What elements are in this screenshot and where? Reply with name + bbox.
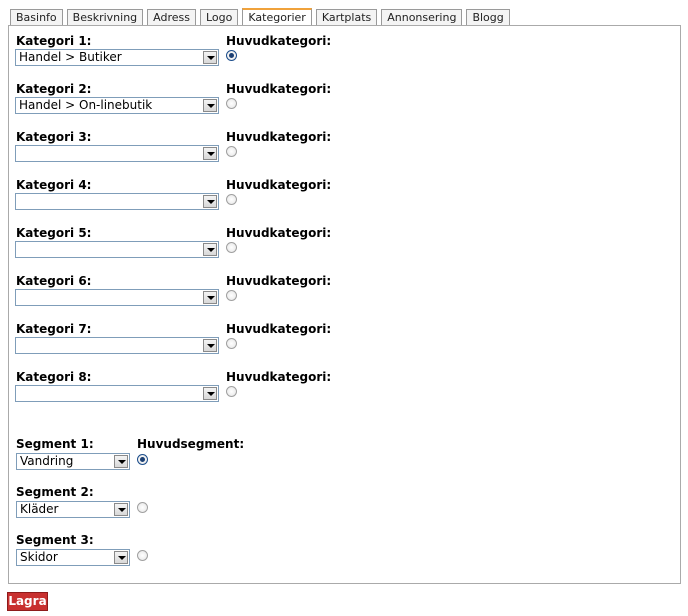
tab-beskrivning[interactable]: Beskrivning bbox=[66, 9, 144, 26]
segment-1-select[interactable]: Vandring bbox=[16, 453, 130, 470]
main-category-8-radio[interactable] bbox=[226, 386, 237, 397]
main-category-1-label: Huvudkategori: bbox=[226, 34, 332, 48]
category-2-label: Kategori 2: bbox=[16, 82, 92, 96]
tab-bar: Basinfo Beskrivning Adress Logo Kategori… bbox=[10, 8, 514, 26]
category-6-select[interactable] bbox=[15, 289, 219, 306]
main-category-2-label: Huvudkategori: bbox=[226, 82, 332, 96]
main-category-8-label: Huvudkategori: bbox=[226, 370, 332, 384]
tab-annonsering[interactable]: Annonsering bbox=[381, 9, 463, 26]
chevron-down-icon bbox=[114, 503, 128, 516]
tab-kategorier[interactable]: Kategorier bbox=[242, 8, 312, 26]
category-5-select[interactable] bbox=[15, 241, 219, 258]
main-category-7-radio[interactable] bbox=[226, 338, 237, 349]
segment-1-value: Vandring bbox=[20, 454, 74, 468]
chevron-down-icon bbox=[114, 455, 128, 468]
main-category-4-radio[interactable] bbox=[226, 194, 237, 205]
category-1-label: Kategori 1: bbox=[16, 34, 92, 48]
segment-1-label: Segment 1: bbox=[16, 437, 94, 451]
chevron-down-icon bbox=[203, 387, 217, 400]
category-8-select[interactable] bbox=[15, 385, 219, 402]
main-segment-label: Huvudsegment: bbox=[137, 437, 245, 451]
segment-3-value: Skidor bbox=[20, 550, 58, 564]
main-category-2-radio[interactable] bbox=[226, 98, 237, 109]
category-5-label: Kategori 5: bbox=[16, 226, 92, 240]
category-6-label: Kategori 6: bbox=[16, 274, 92, 288]
chevron-down-icon bbox=[203, 243, 217, 256]
chevron-down-icon bbox=[203, 291, 217, 304]
main-category-7-label: Huvudkategori: bbox=[226, 322, 332, 336]
category-3-select[interactable] bbox=[15, 145, 219, 162]
main-category-6-radio[interactable] bbox=[226, 290, 237, 301]
segment-2-select[interactable]: Kläder bbox=[16, 501, 130, 518]
category-4-label: Kategori 4: bbox=[16, 178, 92, 192]
tab-blogg[interactable]: Blogg bbox=[466, 9, 510, 26]
segment-2-value: Kläder bbox=[20, 502, 59, 516]
main-category-4-label: Huvudkategori: bbox=[226, 178, 332, 192]
chevron-down-icon bbox=[203, 147, 217, 160]
save-button[interactable]: Lagra bbox=[7, 592, 48, 611]
main-category-3-label: Huvudkategori: bbox=[226, 130, 332, 144]
segment-3-select[interactable]: Skidor bbox=[16, 549, 130, 566]
category-7-label: Kategori 7: bbox=[16, 322, 92, 336]
main-category-3-radio[interactable] bbox=[226, 146, 237, 157]
main-category-1-radio[interactable] bbox=[226, 50, 237, 61]
category-7-select[interactable] bbox=[15, 337, 219, 354]
category-1-value: Handel > Butiker bbox=[19, 50, 122, 64]
tab-kartplats[interactable]: Kartplats bbox=[315, 9, 378, 26]
main-category-5-label: Huvudkategori: bbox=[226, 226, 332, 240]
category-3-label: Kategori 3: bbox=[16, 130, 92, 144]
chevron-down-icon bbox=[203, 99, 217, 112]
segment-2-label: Segment 2: bbox=[16, 485, 94, 499]
segment-3-label: Segment 3: bbox=[16, 533, 94, 547]
main-category-5-radio[interactable] bbox=[226, 242, 237, 253]
tab-basinfo[interactable]: Basinfo bbox=[10, 9, 63, 26]
category-4-select[interactable] bbox=[15, 193, 219, 210]
tab-adress[interactable]: Adress bbox=[147, 9, 196, 26]
category-2-value: Handel > On-linebutik bbox=[19, 98, 153, 112]
chevron-down-icon bbox=[203, 339, 217, 352]
category-8-label: Kategori 8: bbox=[16, 370, 92, 384]
chevron-down-icon bbox=[203, 195, 217, 208]
category-1-select[interactable]: Handel > Butiker bbox=[15, 49, 219, 66]
main-segment-3-radio[interactable] bbox=[137, 550, 148, 561]
chevron-down-icon bbox=[114, 551, 128, 564]
main-segment-1-radio[interactable] bbox=[137, 454, 148, 465]
main-segment-2-radio[interactable] bbox=[137, 502, 148, 513]
category-2-select[interactable]: Handel > On-linebutik bbox=[15, 97, 219, 114]
main-category-6-label: Huvudkategori: bbox=[226, 274, 332, 288]
tab-logo[interactable]: Logo bbox=[199, 9, 239, 26]
chevron-down-icon bbox=[203, 51, 217, 64]
